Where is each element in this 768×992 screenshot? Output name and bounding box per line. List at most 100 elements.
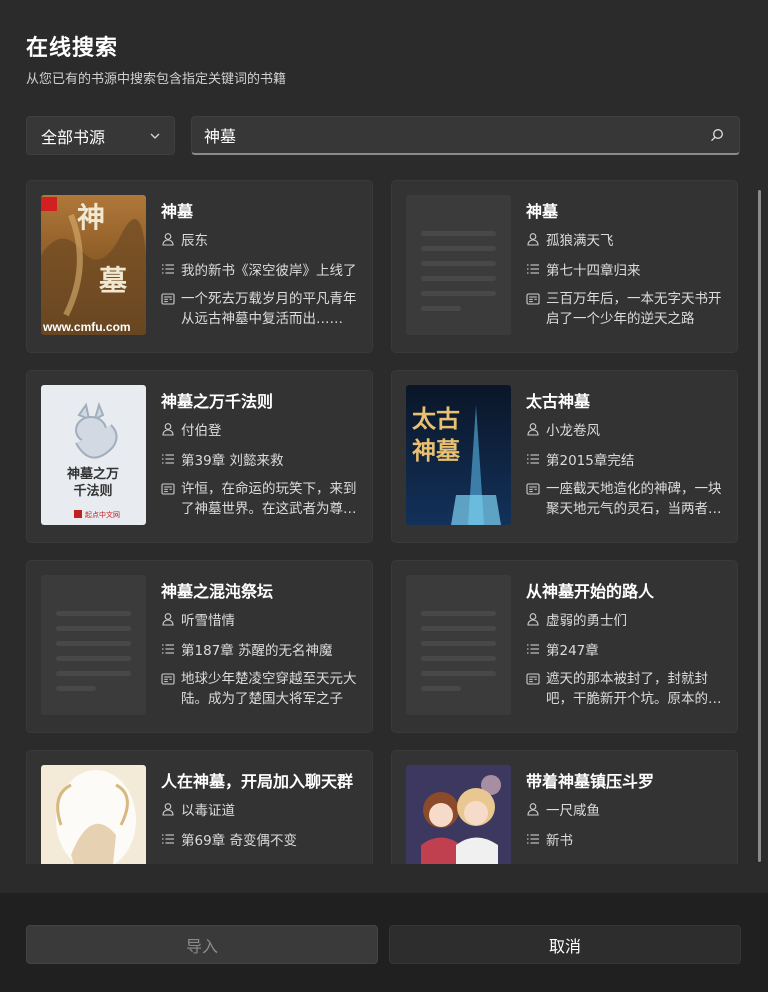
book-latest-chapter-row: 第69章 奇变偶不变 [161,829,366,849]
placeholder-line [421,671,496,676]
book-intro: 许恒，在命运的玩笑下，来到了神墓世界。在这武者为尊的世界 [181,481,357,517]
book-latest-chapter: 新书 [546,833,573,849]
book-result-card[interactable]: 神墓 孤狼满天飞 第七十四章归来 三百万年后，一本无字天书开启了一个少年的逆天之… [391,180,738,353]
book-result-card[interactable]: 从神墓开始的路人 虚弱的勇士们 第247章 遮天的那本被封了，封就封吧，干脆新开… [391,560,738,733]
book-title: 神墓 [161,202,194,221]
book-author: 以毒证道 [181,803,235,819]
book-latest-chapter-row: 第187章 苏醒的无名神魔 [161,639,366,659]
intro-icon [526,482,540,496]
placeholder-line [56,686,96,691]
intro-icon [526,672,540,686]
book-author: 孤狼满天飞 [546,233,614,249]
person-icon [526,232,540,246]
search-icon [711,129,723,142]
cover-title-line: 千法则 [73,483,112,499]
book-cover [41,575,146,715]
book-author-row: 付伯登 [161,419,366,439]
search-box [191,116,740,155]
placeholder-line [421,626,496,631]
book-source-selected: 全部书源 [41,127,106,147]
book-cover [406,765,511,864]
book-author-row: 辰东 [161,229,366,249]
placeholder-line [56,626,131,631]
book-latest-chapter: 我的新书《深空彼岸》上线了 [181,263,357,279]
search-input[interactable] [204,125,707,145]
book-latest-chapter-row: 第247章 [526,639,731,659]
book-title: 神墓之万千法则 [161,392,274,411]
book-author-row: 小龙卷风 [526,419,731,439]
person-icon [161,802,175,816]
book-result-card[interactable]: 神墓之混沌祭坛 听雪惜情 第187章 苏醒的无名神魔 地球少年楚凌空穿越至天元大… [26,560,373,733]
intro-icon [161,482,175,496]
list-icon [526,262,540,276]
cover-title-line: 神墓之万 [67,466,119,482]
dialog-subtitle: 从您已有的书源中搜索包含指定关键词的书籍 [26,72,287,87]
placeholder-line [421,306,461,311]
placeholder-line [56,611,131,616]
placeholder-line [421,641,496,646]
placeholder-line [56,656,131,661]
placeholder-line [56,671,131,676]
cover-image: 太古 神墓 [406,385,511,525]
book-author: 小龙卷风 [546,423,600,439]
intro-icon [526,292,540,306]
search-results-list: 神 墓 www.cmfu.com 神墓 辰东 我的新书《深空彼岸》上线了 一个死… [26,180,746,864]
book-latest-chapter-row: 第七十四章归来 [526,259,731,279]
book-intro: 一个死去万载岁月的平凡青年从远古神墓中复活而出…… [181,291,357,327]
book-author-row: 虚弱的勇士们 [526,609,731,629]
book-cover: 神 墓 www.cmfu.com [41,195,146,335]
cancel-button[interactable]: 取消 [389,925,741,964]
book-cover [406,575,511,715]
book-author-row: 听雪惜情 [161,609,366,629]
chevron-down-icon [150,133,160,139]
person-icon [526,422,540,436]
book-title: 神墓 [526,202,559,221]
book-intro-row: 一座截天地造化的神碑，一块聚天地元气的灵石，当两者合而为一 [526,479,731,519]
cover-image [41,765,146,864]
book-cover: 神墓之万 千法则 起点中文网 [41,385,146,525]
book-intro-row: 遮天的那本被封了，封就封吧，干脆新开个坑。原本的主角 [526,669,731,709]
placeholder-line [421,276,496,281]
book-latest-chapter: 第39章 刘懿来救 [181,453,284,469]
book-intro: 遮天的那本被封了，封就封吧，干脆新开个坑。原本的主角 [546,671,722,707]
cover-image [406,765,511,864]
book-title: 太古神墓 [526,392,591,411]
book-author: 付伯登 [181,423,222,439]
book-source-dropdown[interactable]: 全部书源 [26,116,175,155]
intro-icon [161,672,175,686]
dialog-title: 在线搜索 [26,36,119,61]
person-icon [526,802,540,816]
book-latest-chapter: 第247章 [546,643,599,659]
book-intro-row: 一个死去万载岁月的平凡青年从远古神墓中复活而出…… [161,289,366,329]
book-latest-chapter: 第2015章完结 [546,453,635,469]
book-result-card[interactable]: 带着神墓镇压斗罗 一尺咸鱼 新书 [391,750,738,864]
cover-watermark: www.cmfu.com [42,320,131,334]
import-button[interactable]: 导入 [26,925,378,964]
book-latest-chapter-row: 第2015章完结 [526,449,731,469]
book-result-card[interactable]: 神 墓 www.cmfu.com 神墓 辰东 我的新书《深空彼岸》上线了 一个死… [26,180,373,353]
search-button[interactable] [707,125,727,145]
list-icon [526,832,540,846]
person-icon [161,232,175,246]
book-intro-row: 许恒，在命运的玩笑下，来到了神墓世界。在这武者为尊的世界 [161,479,366,519]
list-icon [161,832,175,846]
book-intro: 三百万年后，一本无字天书开启了一个少年的逆天之路 [546,291,722,327]
book-title: 人在神墓，开局加入聊天群 [161,772,354,791]
svg-text:神墓: 神墓 [412,436,461,465]
placeholder-line [421,291,496,296]
book-result-card[interactable]: 太古 神墓 太古神墓 小龙卷风 第2015章完结 一座截天地造化的神碑，一块聚天… [391,370,738,543]
book-author: 一尺咸鱼 [546,803,600,819]
svg-text:太古: 太古 [412,404,460,433]
book-cover: 太古 神墓 [406,385,511,525]
book-latest-chapter: 第187章 苏醒的无名神魔 [181,643,333,659]
svg-text:神: 神 [77,201,105,234]
list-icon [161,452,175,466]
vertical-scrollbar[interactable] [758,190,761,862]
list-icon [161,642,175,656]
placeholder-line [421,686,461,691]
book-result-card[interactable]: 人在神墓，开局加入聊天群 以毒证道 第69章 奇变偶不变 [26,750,373,864]
intro-icon [161,292,175,306]
book-result-card[interactable]: 神墓之万 千法则 起点中文网 神墓之万千法则 付伯登 第39章 刘懿来救 许恒，… [26,370,373,543]
placeholder-line [421,231,496,236]
person-icon [161,422,175,436]
